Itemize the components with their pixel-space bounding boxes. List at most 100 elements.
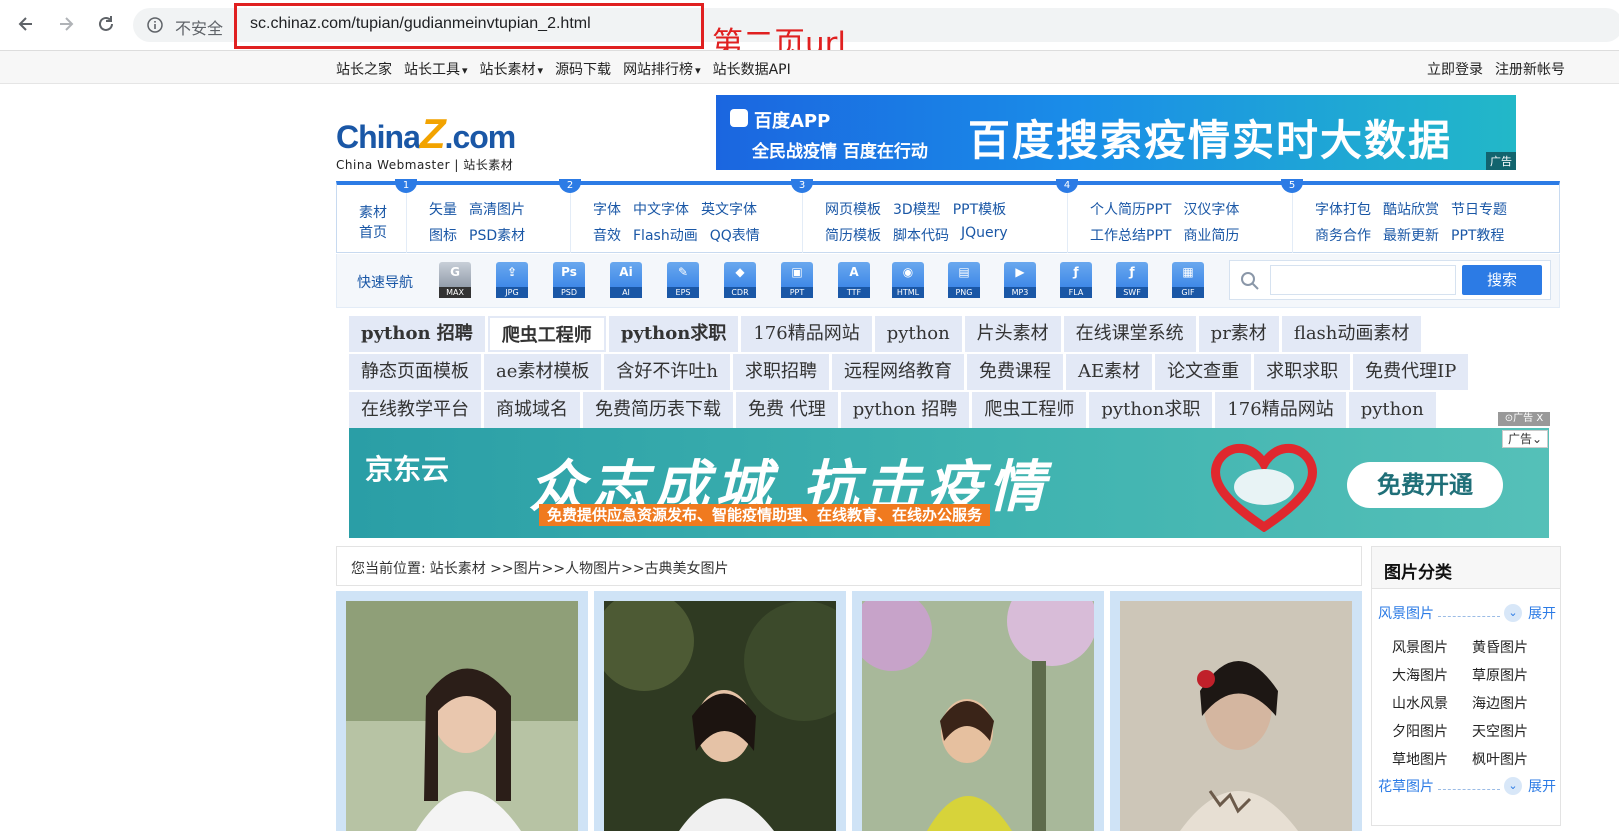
tag-link[interactable]: AE素材 xyxy=(1065,354,1153,390)
baidu-ad-banner[interactable]: 百度APP 全民战疫情 百度在行动 百度搜索疫情实时大数据 广告 xyxy=(716,95,1516,170)
sidebar-link[interactable]: 草原图片 xyxy=(1472,665,1552,685)
category-link[interactable]: 工作总结PPT xyxy=(1090,225,1171,245)
top-nav-link-materials[interactable]: 站长素材 xyxy=(480,59,544,79)
tag-link[interactable]: python 招聘 xyxy=(840,392,970,428)
tag-link[interactable]: 求职招聘 xyxy=(732,354,829,390)
tag-link[interactable]: 免费课程 xyxy=(966,354,1063,390)
tag-link[interactable]: ae素材模板 xyxy=(484,354,602,390)
tag-link[interactable]: 静态页面模板 xyxy=(349,354,481,390)
sidebar-link[interactable]: 夕阳图片 xyxy=(1392,721,1472,741)
max-file-icon[interactable]: G MAX xyxy=(439,262,471,298)
register-link[interactable]: 注册新帐号 xyxy=(1495,59,1565,79)
tag-link[interactable]: 在线教学平台 xyxy=(349,392,481,428)
mp3-file-icon[interactable]: ▶ MP3 xyxy=(1004,262,1036,298)
ai-file-icon[interactable]: Ai AI xyxy=(610,262,642,298)
search-input[interactable] xyxy=(1270,265,1456,295)
top-nav-link-ranking[interactable]: 网站排行榜 xyxy=(623,59,701,79)
tag-link[interactable]: python xyxy=(874,316,962,352)
category-link[interactable]: Flash动画 xyxy=(633,225,698,245)
ttf-file-icon[interactable]: A TTF xyxy=(838,262,870,298)
jpg-file-icon[interactable]: ⇪ JPG xyxy=(496,262,528,298)
top-nav-link-source[interactable]: 源码下载 xyxy=(555,59,611,79)
fla-file-icon[interactable]: ƒ FLA xyxy=(1060,262,1092,298)
png-file-icon[interactable]: ▤ PNG xyxy=(948,262,980,298)
search-button[interactable]: 搜索 xyxy=(1462,265,1542,295)
tag-link[interactable]: 远程网络教育 xyxy=(831,354,964,390)
tag-link[interactable]: python求职 xyxy=(1089,392,1213,428)
tag-link[interactable]: 爬虫工程师 xyxy=(487,316,606,352)
tag-link[interactable]: 片头素材 xyxy=(964,316,1061,352)
category-link[interactable]: 高清图片 xyxy=(469,199,525,219)
tag-link[interactable]: 176精品网站 xyxy=(741,316,872,352)
tag-link[interactable]: 176精品网站 xyxy=(1215,392,1346,428)
sidebar-link[interactable]: 大海图片 xyxy=(1392,665,1472,685)
image-card[interactable] xyxy=(852,591,1104,831)
category-link[interactable]: PPT教程 xyxy=(1451,225,1504,245)
tag-link[interactable]: 免费代理IP xyxy=(1353,354,1469,390)
category-link[interactable]: 节日专题 xyxy=(1451,199,1507,219)
breadcrumb-path[interactable]: 站长素材 >>图片>>人物图片>>古典美女图片 xyxy=(430,558,729,577)
category-link[interactable]: 中文字体 xyxy=(633,199,689,219)
eps-file-icon[interactable]: ✎ EPS xyxy=(667,262,699,298)
sidebar-section-scenery[interactable]: 风景图片 ⌄ 展开 xyxy=(1378,603,1556,623)
category-link[interactable]: 网页模板 xyxy=(825,199,881,219)
category-link[interactable]: PSD素材 xyxy=(469,225,525,245)
sidebar-link[interactable]: 海边图片 xyxy=(1472,693,1552,713)
sidebar-link[interactable]: 枫叶图片 xyxy=(1472,749,1552,769)
site-logo[interactable]: ChinaZ.com China Webmaster | 站长素材 xyxy=(336,110,516,173)
cdr-file-icon[interactable]: ◆ CDR xyxy=(724,262,756,298)
category-link[interactable]: 酷站欣赏 xyxy=(1383,199,1439,219)
sidebar-link[interactable]: 天空图片 xyxy=(1472,721,1552,741)
tag-link[interactable]: 求职求职 xyxy=(1254,354,1351,390)
category-link[interactable]: 字体 xyxy=(593,199,621,219)
swf-file-icon[interactable]: ƒ SWF xyxy=(1116,262,1148,298)
sidebar-link[interactable]: 风景图片 xyxy=(1392,637,1472,657)
tag-link[interactable]: 论文查重 xyxy=(1155,354,1252,390)
reload-button[interactable] xyxy=(94,12,118,36)
category-link[interactable]: JQuery xyxy=(961,225,1008,245)
category-link[interactable]: 脚本代码 xyxy=(893,225,949,245)
sidebar-link[interactable]: 草地图片 xyxy=(1392,749,1472,769)
tag-link[interactable]: 免费简历表下载 xyxy=(583,392,733,428)
tag-link[interactable]: python 招聘 xyxy=(349,316,485,352)
tag-link[interactable]: flash动画素材 xyxy=(1281,316,1422,352)
tag-link[interactable]: 爬虫工程师 xyxy=(972,392,1087,428)
category-link[interactable]: 图标 xyxy=(429,225,457,245)
back-button[interactable] xyxy=(14,12,38,36)
image-card[interactable] xyxy=(336,591,588,831)
tag-link[interactable]: python xyxy=(1348,392,1436,428)
ad-options-dropdown[interactable]: 广告⌄ xyxy=(1502,430,1548,448)
category-link[interactable]: 字体打包 xyxy=(1315,199,1371,219)
materials-home-link[interactable]: 素材 首页 xyxy=(359,203,387,243)
category-link[interactable]: 音效 xyxy=(593,225,621,245)
category-link[interactable]: 简历模板 xyxy=(825,225,881,245)
expand-link[interactable]: 展开 xyxy=(1528,603,1556,623)
category-link[interactable]: PPT模板 xyxy=(953,199,1006,219)
category-link[interactable]: 英文字体 xyxy=(701,199,757,219)
tag-link[interactable]: python求职 xyxy=(608,316,739,352)
info-icon[interactable] xyxy=(147,17,163,33)
sidebar-link[interactable]: 黄昏图片 xyxy=(1472,637,1552,657)
login-link[interactable]: 立即登录 xyxy=(1427,59,1483,79)
category-link[interactable]: 3D模型 xyxy=(893,199,941,219)
expand-link[interactable]: 展开 xyxy=(1528,776,1556,796)
tag-link[interactable]: pr素材 xyxy=(1198,316,1279,352)
top-nav-link-api[interactable]: 站长数据API xyxy=(713,59,791,79)
category-link[interactable]: QQ表情 xyxy=(710,225,760,245)
jdcloud-ad-banner[interactable]: 京东云 众志成城 抗击疫情 免费提供应急资源发布、智能疫情助理、在线教育、在线办… xyxy=(349,428,1549,538)
category-link[interactable]: 商务合作 xyxy=(1315,225,1371,245)
category-link[interactable]: 商业简历 xyxy=(1183,225,1239,245)
psd-file-icon[interactable]: Ps PSD xyxy=(553,262,585,298)
category-link[interactable]: 最新更新 xyxy=(1383,225,1439,245)
top-nav-link-home[interactable]: 站长之家 xyxy=(336,59,392,79)
tag-link[interactable]: 在线课堂系统 xyxy=(1063,316,1196,352)
tag-link[interactable]: 商城域名 xyxy=(484,392,580,428)
forward-button[interactable] xyxy=(54,12,78,36)
top-nav-link-tools[interactable]: 站长工具 xyxy=(404,59,468,79)
tag-link[interactable]: 免费 代理 xyxy=(736,392,838,428)
category-link[interactable]: 个人简历PPT xyxy=(1090,199,1171,219)
html-file-icon[interactable]: ◉ HTML xyxy=(892,262,924,298)
free-open-button[interactable]: 免费开通 xyxy=(1347,462,1503,508)
category-link[interactable]: 矢量 xyxy=(429,199,457,219)
tag-link[interactable]: 含好不许吐h xyxy=(604,354,730,390)
